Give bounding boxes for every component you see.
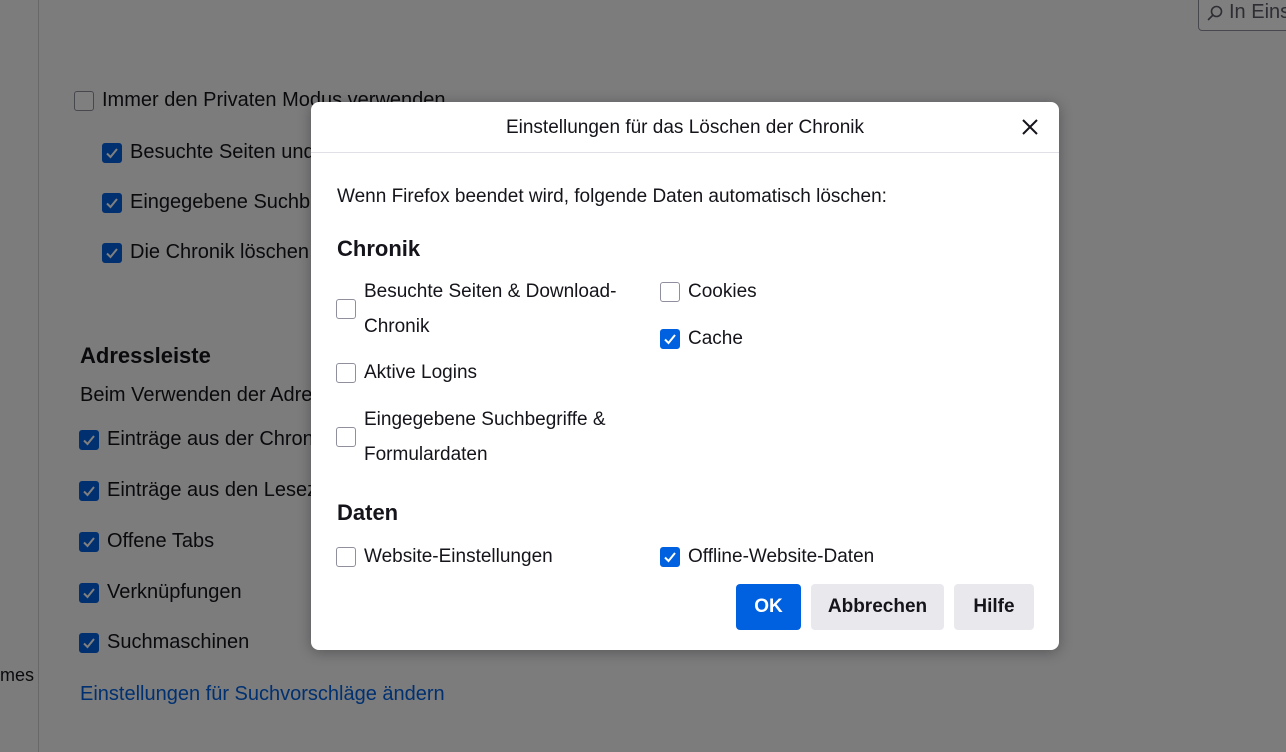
option-active-logins[interactable]: Aktive Logins (336, 355, 477, 390)
data-section-heading: Daten (337, 500, 399, 525)
option-label: Website-Einstellungen (364, 546, 553, 567)
option-label: Aktive Logins (364, 362, 478, 383)
cookies-checkbox[interactable] (660, 281, 680, 302)
option-visited-pages-downloads[interactable]: Besuchte Seiten & Download- Chronik (336, 274, 616, 344)
active-logins-checkbox[interactable] (336, 362, 356, 383)
option-offline-website-data[interactable]: Offline-Website-Daten (660, 539, 874, 574)
dialog-description: Wenn Firefox beendet wird, folgende Date… (337, 186, 887, 207)
visited-pages-checkbox[interactable] (336, 299, 356, 319)
dialog-header: Einstellungen für das Löschen der Chroni… (311, 102, 1059, 153)
option-label: Eingegebene Suchbegriffe & Formulardaten (364, 402, 606, 472)
history-section-heading: Chronik (337, 236, 421, 261)
site-settings-checkbox[interactable] (336, 546, 356, 567)
option-cookies[interactable]: Cookies (660, 274, 757, 309)
form-history-checkbox[interactable] (336, 427, 356, 447)
option-cache[interactable]: Cache (660, 321, 743, 356)
option-label-line: Formulardaten (364, 444, 488, 465)
option-label-line: Eingegebene Suchbegriffe & (364, 409, 606, 430)
option-label-line: Chronik (364, 316, 430, 337)
check-icon (664, 333, 676, 344)
cancel-button[interactable]: Abbrechen (811, 584, 944, 630)
cache-checkbox[interactable] (660, 328, 680, 349)
clear-history-settings-dialog: Einstellungen für das Löschen der Chroni… (311, 102, 1059, 650)
offline-data-checkbox[interactable] (660, 546, 680, 567)
option-form-search-history[interactable]: Eingegebene Suchbegriffe & Formulardaten (336, 402, 606, 472)
option-site-settings[interactable]: Website-Einstellungen (336, 539, 553, 574)
option-label: Offline-Website-Daten (688, 546, 875, 567)
option-label: Cookies (688, 281, 757, 302)
check-icon (664, 551, 676, 562)
ok-button[interactable]: OK (736, 584, 801, 630)
help-button[interactable]: Hilfe (954, 584, 1034, 630)
close-icon (1022, 119, 1038, 135)
option-label: Besuchte Seiten & Download- Chronik (364, 274, 616, 344)
option-label-line: Besuchte Seiten & Download- (364, 281, 617, 302)
option-label: Cache (688, 328, 743, 349)
close-button[interactable] (1017, 114, 1043, 140)
dialog-title: Einstellungen für das Löschen der Chroni… (505, 117, 865, 138)
